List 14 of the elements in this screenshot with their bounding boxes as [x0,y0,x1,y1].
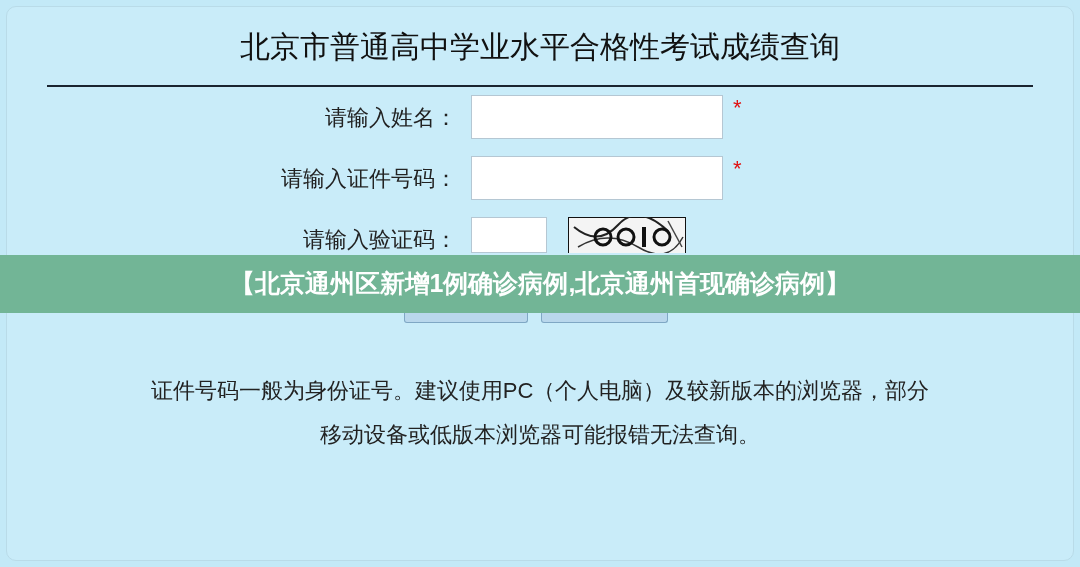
field-label: 请输入验证码： [302,225,458,254]
input-field[interactable] [471,156,723,200]
note-text: 证件号码一般为身份证号。建议使用PC（个人电脑）及较新版本的浏览器，部分 [150,377,930,405]
reset-button[interactable] [541,313,668,323]
field-label: 请输入姓名： [324,103,458,132]
page-title: 北京市普通高中学业水平合格性考试成绩查询 [240,29,840,65]
note-text: 移动设备或低版本浏览器可能报错无法查询。 [320,421,760,449]
required-mark: * [733,158,742,180]
required-mark: * [733,97,742,119]
input-field[interactable] [471,95,723,139]
input-field[interactable] [471,217,547,253]
headline-banner: 【北京通州区新增1例确诊病例,北京通州首现确诊病例】 [0,255,1080,313]
query-button[interactable] [404,313,528,323]
field-label: 请输入证件号码： [280,164,458,193]
